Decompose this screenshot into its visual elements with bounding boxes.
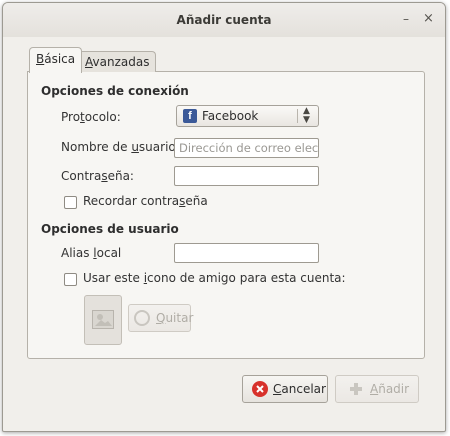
combo-separator xyxy=(297,109,298,123)
username-input[interactable]: Dirección de correo electrónico xyxy=(174,138,319,158)
buddy-icon-label[interactable]: Usar este icono de amigo para esta cuent… xyxy=(83,271,346,285)
remember-password-checkbox[interactable] xyxy=(64,196,77,209)
window-title: Añadir cuenta xyxy=(176,13,272,27)
password-input[interactable] xyxy=(174,166,319,186)
tab-avanzadas[interactable]: Avanzadas xyxy=(78,51,157,72)
tab-basica[interactable]: Básica xyxy=(29,47,83,73)
dialog-window: Añadir cuenta – × Básica Avanzadas Opcio… xyxy=(2,2,446,432)
no-entry-icon xyxy=(134,310,150,326)
alias-input[interactable] xyxy=(174,243,319,263)
image-placeholder-icon xyxy=(92,310,114,329)
cancel-button[interactable]: Cancelar xyxy=(242,375,328,403)
protocol-select[interactable]: f Facebook ▲ ▼ xyxy=(176,105,319,127)
buddy-icon-checkbox[interactable] xyxy=(64,273,77,286)
tab-panel-basica: Opciones de conexión Protocolo: f Facebo… xyxy=(27,71,425,359)
cancel-icon xyxy=(252,381,268,397)
remove-icon-button[interactable]: Quitar xyxy=(128,304,193,332)
username-label: Nombre de usuario: xyxy=(61,140,180,154)
protocol-selected-value: Facebook xyxy=(202,109,259,123)
facebook-icon: f xyxy=(183,109,197,123)
plus-icon xyxy=(348,381,364,397)
title-bar[interactable]: Añadir cuenta – × xyxy=(3,3,445,37)
password-label: Contraseña: xyxy=(61,169,134,183)
add-button[interactable]: Añadir xyxy=(335,375,419,403)
connection-options-heading: Opciones de conexión xyxy=(41,84,189,98)
alias-label: Alias local xyxy=(61,246,122,260)
up-down-arrow-icon: ▲ ▼ xyxy=(303,106,310,125)
minimize-button[interactable]: – xyxy=(403,12,409,26)
buddy-icon-button[interactable] xyxy=(84,295,122,345)
close-button[interactable]: × xyxy=(423,12,434,26)
protocol-label: Protocolo: xyxy=(61,110,121,124)
user-options-heading: Opciones de usuario xyxy=(41,222,179,236)
remember-password-label[interactable]: Recordar contraseña xyxy=(83,194,208,208)
